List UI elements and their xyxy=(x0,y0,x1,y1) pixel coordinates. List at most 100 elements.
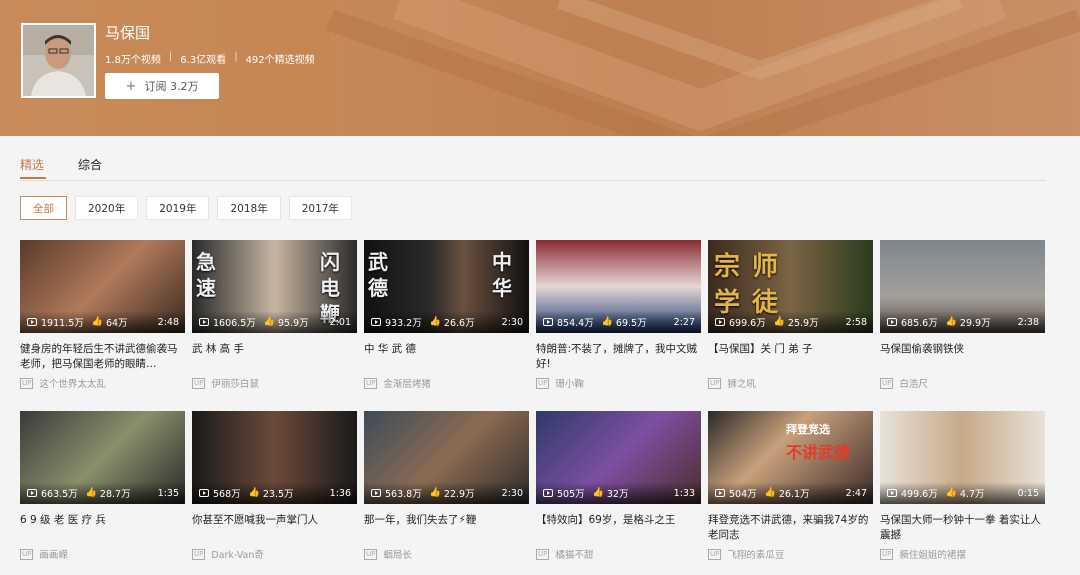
thumbnail-overlay-text: 速 xyxy=(196,276,216,300)
video-card[interactable]: 中华 武德 933.2万 👍 26.6万 2:30 中 华 武 德 UP 金渐层烤猪 xyxy=(364,240,529,390)
video-title[interactable]: 【马保国】关 门 弟 子 xyxy=(708,342,873,372)
video-thumbnail[interactable]: 568万 👍 23.5万 1:36 xyxy=(192,411,357,504)
video-meta: 504万 👍 26.1万 2:47 xyxy=(715,486,867,500)
uploader-icon: UP xyxy=(192,377,206,389)
video-card[interactable]: 拜登竞选 不讲武德 504万 👍 26.1万 2:47 拜登竞选不讲武德，来骗我74岁的老同… xyxy=(708,411,873,561)
thumbs-up-icon: 👍 xyxy=(764,488,776,498)
video-title[interactable]: 6 9 级 老 医 疗 兵 xyxy=(20,513,185,543)
thumbs-up-icon: 👍 xyxy=(248,488,260,498)
filter-2018[interactable]: 2018年 xyxy=(217,196,281,220)
channel-avatar[interactable] xyxy=(21,23,96,98)
video-card[interactable]: 568万 👍 23.5万 1:36 你甚至不愿喊我一声掌门人 UP Dark-Van奇 xyxy=(192,411,357,561)
thumbnail-overlay-text: 武 xyxy=(368,250,388,274)
like-count: 25.9万 xyxy=(787,318,819,329)
uploader-icon: UP xyxy=(364,548,378,560)
video-title[interactable]: 中 华 武 德 xyxy=(364,342,529,372)
video-thumbnail[interactable]: 中华 武德 933.2万 👍 26.6万 2:30 xyxy=(364,240,529,333)
view-count: 685.6万 xyxy=(901,318,938,329)
video-author[interactable]: UP 橘猫不甜 xyxy=(536,547,701,561)
view-count: 1606.5万 xyxy=(213,318,256,329)
video-title[interactable]: 特朗普:不装了，摊牌了，我中文贼好! xyxy=(536,342,701,372)
video-title[interactable]: 健身房的年轻后生不讲武德偷袭马老师，把马保国老师的眼睛… xyxy=(20,342,185,372)
video-thumbnail[interactable]: 拜登竞选 不讲武德 504万 👍 26.1万 2:47 xyxy=(708,411,873,504)
video-author[interactable]: UP 飞翔的素瓜豆 xyxy=(708,547,873,561)
video-duration: 1:36 xyxy=(329,487,351,499)
uploader-icon: UP xyxy=(20,377,34,389)
thumbs-up-icon: 👍 xyxy=(945,488,957,498)
thumbs-up-icon: 👍 xyxy=(91,317,103,327)
tab-featured[interactable]: 精选 xyxy=(20,156,44,173)
video-meta: 568万 👍 23.5万 1:36 xyxy=(199,486,351,500)
video-author[interactable]: UP 伊丽莎白鼠 xyxy=(192,376,357,390)
video-author[interactable]: UP 金渐层烤猪 xyxy=(364,376,529,390)
video-thumbnail[interactable]: 1911.5万 👍 64万 2:48 xyxy=(20,240,185,333)
uploader-icon: UP xyxy=(364,377,378,389)
uploader-icon: UP xyxy=(536,548,550,560)
video-meta: 663.5万 👍 28.7万 1:35 xyxy=(27,486,179,500)
video-thumbnail[interactable]: 854.4万 👍 69.5万 2:27 xyxy=(536,240,701,333)
video-title[interactable]: 武 林 高 手 xyxy=(192,342,357,372)
view-count: 568万 xyxy=(213,489,241,500)
like-count: 95.9万 xyxy=(277,318,309,329)
video-card[interactable]: 1911.5万 👍 64万 2:48 健身房的年轻后生不讲武德偷袭马老师，把马保国老师的… xyxy=(20,240,185,390)
video-author[interactable]: UP 珊小鞠 xyxy=(536,376,701,390)
view-count: 933.2万 xyxy=(385,318,422,329)
uploader-icon: UP xyxy=(536,377,550,389)
subscribe-button[interactable]: + 订阅 3.2万 xyxy=(105,73,219,99)
video-card[interactable]: 宗师学徒 699.6万 👍 25.9万 2:58 【马保国】关 门 弟 子 UP 狮之吼 xyxy=(708,240,873,390)
subscribe-label: 订阅 3.2万 xyxy=(144,80,199,93)
video-thumbnail[interactable]: 505万 👍 32万 1:33 xyxy=(536,411,701,504)
like-count: 64万 xyxy=(105,318,128,329)
filter-all[interactable]: 全部 xyxy=(20,196,67,220)
video-duration: 2:47 xyxy=(845,487,867,499)
tab-overview[interactable]: 综合 xyxy=(78,156,102,173)
video-card[interactable]: 闪电鞭急速1606.5万👍95.9万2:01武 林 高 手UP伊丽莎白鼠 xyxy=(192,240,357,390)
like-count: 28.7万 xyxy=(99,489,131,500)
filter-2017[interactable]: 2017年 xyxy=(288,196,352,220)
like-count: 32万 xyxy=(606,489,629,500)
thumbs-up-icon: 👍 xyxy=(429,488,441,498)
video-title[interactable]: 马保国偷袭钢铁侠 xyxy=(880,342,1045,372)
video-card[interactable]: 685.6万 👍 29.9万 2:38 马保国偷袭钢铁侠 UP 白浩尺 xyxy=(880,240,1045,390)
thumbnail-overlay-text: 电 xyxy=(320,276,340,300)
video-meta: 499.6万 👍 4.7万 0:15 xyxy=(887,486,1039,500)
video-thumbnail[interactable]: 闪电鞭急速1606.5万👍95.9万2:01 xyxy=(192,240,357,333)
thumbnail-overlay-text: 中 xyxy=(492,250,512,274)
like-count: 26.6万 xyxy=(443,318,475,329)
video-thumbnail[interactable]: 宗师学徒 699.6万 👍 25.9万 2:58 xyxy=(708,240,873,333)
video-card[interactable]: 499.6万 👍 4.7万 0:15 马保国大师一秒钟十一拳 着实让人震撼 UP 撅住姐姐的… xyxy=(880,411,1045,561)
video-title[interactable]: 【特效向】69岁，是格斗之王 xyxy=(536,513,701,543)
author-name: 蝈局长 xyxy=(383,550,412,561)
video-duration: 2:48 xyxy=(157,316,179,328)
uploader-icon: UP xyxy=(708,548,722,560)
channel-name: 马保国 xyxy=(105,24,151,42)
video-thumbnail[interactable]: 663.5万 👍 28.7万 1:35 xyxy=(20,411,185,504)
play-count-icon xyxy=(199,489,209,497)
channel-stats: 1.8万个视频 | 6.3亿观看 | 492个精选视频 xyxy=(105,51,315,66)
thumbs-up-icon: 👍 xyxy=(263,317,275,327)
video-thumbnail[interactable]: 499.6万 👍 4.7万 0:15 xyxy=(880,411,1045,504)
video-card[interactable]: 663.5万 👍 28.7万 1:35 6 9 级 老 医 疗 兵 UP 画画嵘 xyxy=(20,411,185,561)
video-author[interactable]: UP 撅住姐姐的裙摆 xyxy=(880,547,1045,561)
filter-2020[interactable]: 2020年 xyxy=(75,196,139,220)
video-title[interactable]: 马保国大师一秒钟十一拳 着实让人震撼 xyxy=(880,513,1045,543)
video-card[interactable]: 505万 👍 32万 1:33 【特效向】69岁，是格斗之王 UP 橘猫不甜 xyxy=(536,411,701,561)
uploader-icon: UP xyxy=(880,548,894,560)
video-author[interactable]: UP Dark-Van奇 xyxy=(192,547,357,561)
video-author[interactable]: UP 白浩尺 xyxy=(880,376,1045,390)
video-thumbnail[interactable]: 685.6万 👍 29.9万 2:38 xyxy=(880,240,1045,333)
video-card[interactable]: 563.8万 👍 22.9万 2:30 那一年，我们失去了⚡鞭 UP 蝈局长 xyxy=(364,411,529,561)
video-author[interactable]: UP 这个世界太太乱 xyxy=(20,376,185,390)
video-title[interactable]: 你甚至不愿喊我一声掌门人 xyxy=(192,513,357,543)
author-name: 画画嵘 xyxy=(39,550,68,561)
video-title[interactable]: 那一年，我们失去了⚡鞭 xyxy=(364,513,529,543)
video-author[interactable]: UP 蝈局长 xyxy=(364,547,529,561)
video-duration: 2:30 xyxy=(501,316,523,328)
video-author[interactable]: UP 狮之吼 xyxy=(708,376,873,390)
author-name: 飞翔的素瓜豆 xyxy=(727,550,785,561)
video-author[interactable]: UP 画画嵘 xyxy=(20,547,185,561)
video-title[interactable]: 拜登竞选不讲武德，来骗我74岁的老同志 xyxy=(708,513,873,543)
video-card[interactable]: 854.4万 👍 69.5万 2:27 特朗普:不装了，摊牌了，我中文贼好! UP 珊小鞠 xyxy=(536,240,701,390)
filter-2019[interactable]: 2019年 xyxy=(146,196,210,220)
video-thumbnail[interactable]: 563.8万 👍 22.9万 2:30 xyxy=(364,411,529,504)
